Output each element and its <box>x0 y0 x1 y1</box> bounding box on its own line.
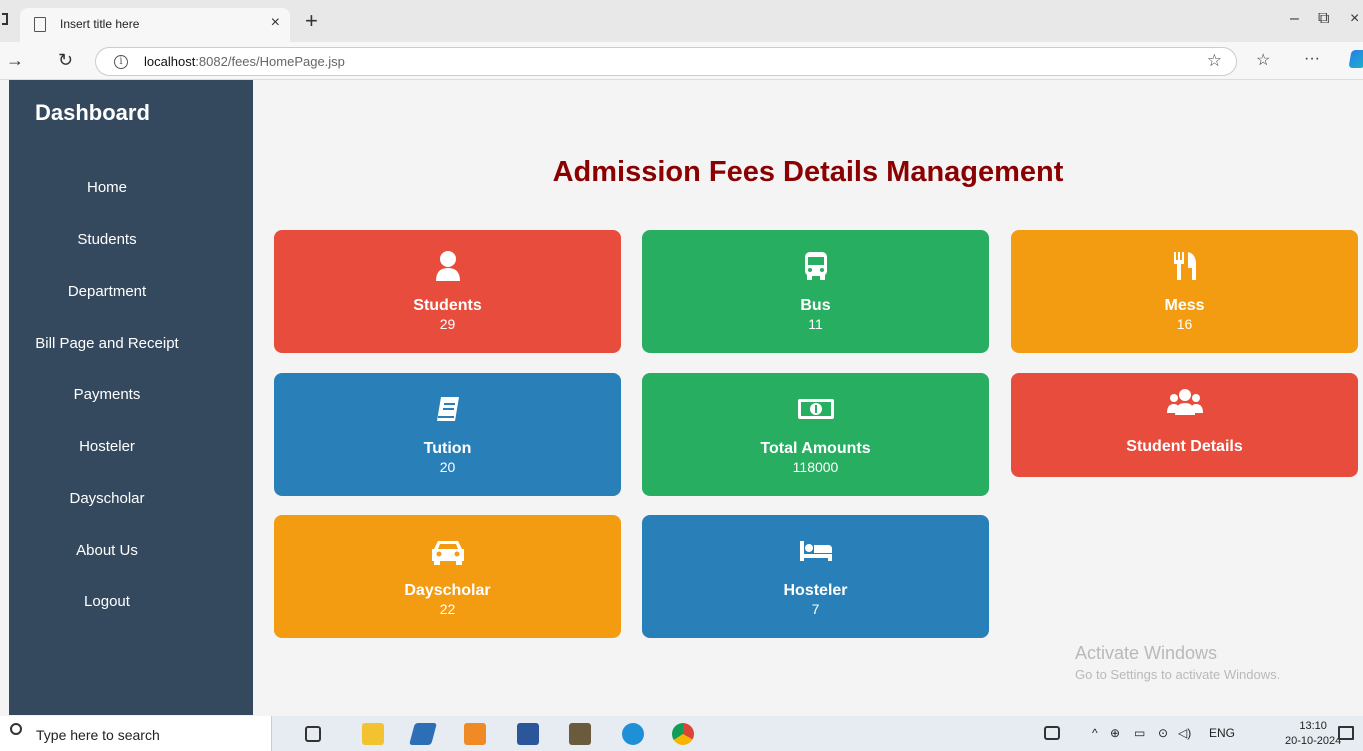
card-count: 118000 <box>792 459 839 475</box>
chrome-icon[interactable] <box>672 723 694 745</box>
forward-icon[interactable]: → <box>6 50 24 71</box>
url-text: localhost:8082/fees/HomePage.jsp <box>144 54 345 69</box>
edge-icon[interactable] <box>622 723 644 745</box>
card-count: 20 <box>439 459 456 475</box>
sidebar-item-payments[interactable]: Payments <box>9 386 205 403</box>
utensils-icon <box>1011 250 1358 282</box>
minimize-button[interactable]: – <box>1290 10 1299 28</box>
url-input[interactable]: i localhost:8082/fees/HomePage.jsp ☆ <box>95 47 1237 76</box>
card-bus[interactable]: Bus 11 <box>642 230 989 353</box>
more-options-icon[interactable]: ··· <box>1304 50 1320 68</box>
address-bar-row: → ↻ i localhost:8082/fees/HomePage.jsp ☆… <box>0 42 1363 80</box>
clock[interactable]: 13:10 20-10-2024 <box>1285 719 1341 749</box>
sidebar-item-bill-page[interactable]: Bill Page and Receipt <box>9 335 205 352</box>
card-label: Bus <box>800 297 831 314</box>
card-label: Dayscholar <box>404 582 491 599</box>
card-label: Mess <box>1164 297 1205 314</box>
card-count: 22 <box>439 601 456 617</box>
sidebar-item-home[interactable]: Home <box>9 179 205 196</box>
car-icon <box>274 535 621 567</box>
users-icon <box>1011 387 1358 419</box>
chevron-up-icon[interactable]: ^ <box>1092 726 1098 740</box>
taskbar-search-box[interactable]: Type here to search <box>0 716 272 751</box>
app-icon[interactable] <box>409 723 437 745</box>
copilot-icon[interactable] <box>1348 50 1363 68</box>
tab-title: Insert title here <box>60 17 140 31</box>
sidebar-item-dayscholar[interactable]: Dayscholar <box>9 490 205 507</box>
page-title: Admission Fees Details Management <box>552 156 1064 188</box>
refresh-icon[interactable]: ↻ <box>58 50 73 71</box>
sidebar-item-department[interactable]: Department <box>9 283 205 300</box>
card-hosteler[interactable]: Hosteler 7 <box>642 515 989 638</box>
bus-icon <box>642 250 989 282</box>
money-bill-icon <box>642 393 989 425</box>
sidebar-item-students[interactable]: Students <box>9 231 205 248</box>
browser-tab-bar: Insert title here × + – ⧉ × <box>0 0 1363 42</box>
card-mess[interactable]: Mess 16 <box>1011 230 1358 353</box>
sidebar-item-about-us[interactable]: About Us <box>9 542 205 559</box>
info-icon[interactable]: i <box>114 55 128 69</box>
network-icon[interactable]: ⊕ <box>1110 726 1120 740</box>
card-count: 16 <box>1176 316 1193 332</box>
notification-icon[interactable] <box>1338 726 1354 740</box>
sidebar-item-logout[interactable]: Logout <box>9 593 205 610</box>
book-icon <box>274 393 621 425</box>
card-student-details[interactable]: Student Details <box>1011 373 1358 477</box>
file-explorer-icon[interactable] <box>362 723 384 745</box>
card-label: Total Amounts <box>760 440 871 457</box>
language-indicator[interactable]: ENG <box>1209 726 1235 740</box>
game-icon[interactable] <box>569 723 591 745</box>
user-icon <box>274 250 621 282</box>
sidebar-title: Dashboard <box>35 100 150 125</box>
sidebar-item-hosteler[interactable]: Hosteler <box>9 438 205 455</box>
sidebar-toggle-icon[interactable] <box>2 13 8 25</box>
card-tution[interactable]: Tution 20 <box>274 373 621 496</box>
bed-icon <box>642 535 989 567</box>
favorites-icon[interactable]: ☆ <box>1256 50 1270 70</box>
clock-date: 20-10-2024 <box>1285 735 1342 747</box>
sublime-icon[interactable] <box>464 723 486 745</box>
card-dayscholar[interactable]: Dayscholar 22 <box>274 515 621 638</box>
task-view-icon[interactable] <box>305 726 321 742</box>
tab-close-button[interactable]: × <box>271 14 280 32</box>
volume-icon[interactable]: ◁) <box>1178 726 1191 740</box>
card-students[interactable]: Students 29 <box>274 230 621 353</box>
card-label: Tution <box>423 440 472 457</box>
close-window-button[interactable]: × <box>1350 10 1359 28</box>
taskbar: Type here to search ^ ⊕ ▭ ⊙ ◁) ENG 13:10… <box>0 716 1363 751</box>
search-icon <box>10 723 22 735</box>
card-count: 11 <box>808 316 823 332</box>
card-total-amounts[interactable]: Total Amounts 118000 <box>642 373 989 496</box>
card-label: Students <box>413 297 482 314</box>
search-placeholder: Type here to search <box>36 727 160 743</box>
card-count: 7 <box>811 601 820 617</box>
activate-windows-title: Activate Windows <box>1075 643 1218 663</box>
word-icon[interactable] <box>517 723 539 745</box>
sidebar: Dashboard Home Students Department Bill … <box>9 80 253 715</box>
onedrive-icon[interactable]: ⊙ <box>1158 726 1168 740</box>
battery-icon[interactable]: ▭ <box>1134 726 1145 740</box>
activate-windows-subtitle: Go to Settings to activate Windows. <box>1075 667 1281 682</box>
new-tab-button[interactable]: + <box>305 8 318 34</box>
card-count: 29 <box>439 316 456 332</box>
page-icon <box>34 17 46 32</box>
news-icon[interactable] <box>1044 726 1060 740</box>
card-label: Student Details <box>1126 438 1243 455</box>
favorite-star-icon[interactable]: ☆ <box>1207 51 1222 71</box>
restore-button[interactable]: ⧉ <box>1318 10 1329 28</box>
browser-tab[interactable]: Insert title here × <box>20 8 290 42</box>
clock-time: 13:10 <box>1299 720 1327 732</box>
card-label: Hosteler <box>783 582 848 599</box>
